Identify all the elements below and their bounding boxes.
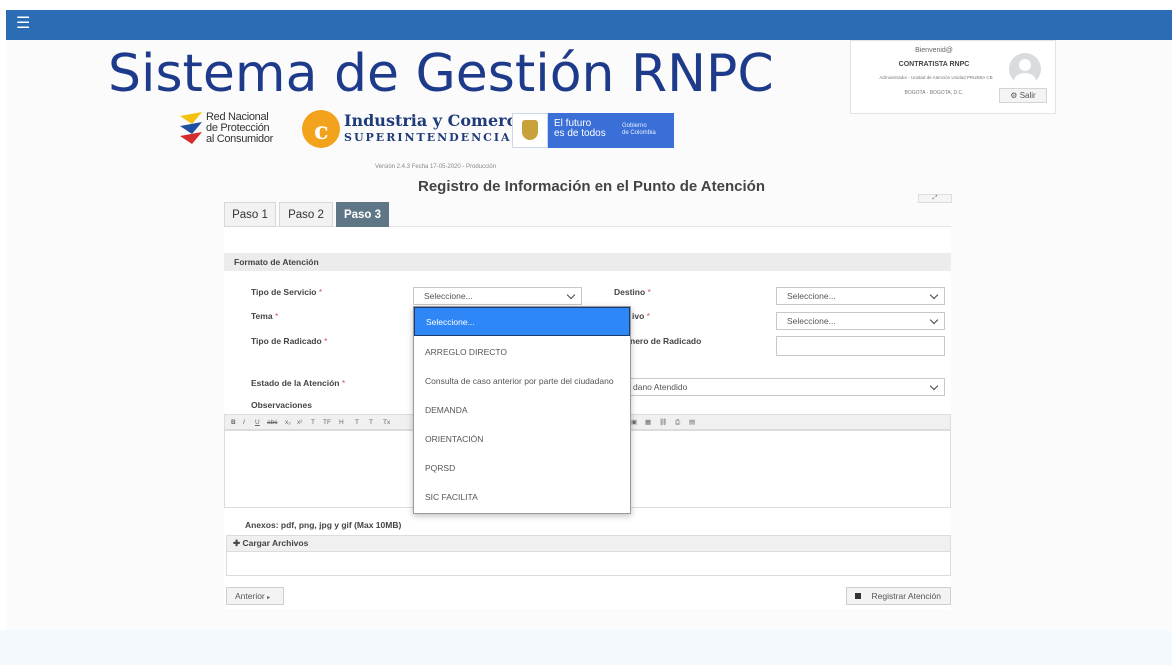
superscript-icon[interactable]: x² [297,418,302,427]
destino-value: Seleccione... [787,291,836,301]
user-role: Administrador - Unidad de Atención Unida… [879,75,993,80]
dropdown-option[interactable]: ORIENTACIÓN [414,425,630,454]
tema-label: Tema * [251,311,279,321]
motivo-select[interactable]: Seleccione... [776,312,945,330]
font-family-icon[interactable]: TF [323,418,331,427]
upload-files-label: Cargar Archivos [242,538,309,548]
tipo-radicado-label: Tipo de Radicado * [251,336,328,346]
bold-icon[interactable]: B [231,418,236,427]
tipo-servicio-value: Seleccione... [424,291,473,301]
dropdown-option[interactable]: PQRSD [414,454,630,483]
previous-button[interactable]: Anterior ▸ [226,587,284,605]
text-color-icon[interactable]: T [355,418,359,427]
register-label: Registrar Atención [871,591,941,601]
chevron-down-icon [929,290,939,300]
estado-atencion-label: Estado de la Atención * [251,378,346,388]
numero-radicado-input[interactable] [776,336,945,356]
tipo-servicio-dropdown: Seleccione... ARREGLO DIRECTO Consulta d… [413,306,631,514]
rnpc-logo: Red Nacional de Protección al Consumidor [178,110,286,150]
user-location: BOGOTA - BOGOTA, D.C. [904,90,964,96]
dropdown-option[interactable]: Consulta de caso anterior por parte del … [414,367,630,396]
chevron-down-icon [566,290,576,300]
gobierno-logo: El futuro es de todos Gobierno de Colomb… [512,113,674,148]
arrow-right-icon: ▸ [267,595,271,601]
upload-area[interactable] [226,552,951,576]
numero-radicado-label: nero de Radicado [630,336,702,346]
expand-icon: ⤢ [932,195,938,201]
gobierno-logo-slogan: El futuro es de todos [554,118,606,139]
system-title: Sistema de Gestión RNPC [108,44,774,104]
heading-icon[interactable]: H [339,418,344,427]
observaciones-label: Observaciones [251,400,312,410]
tab-paso-1[interactable]: Paso 1 [224,202,276,227]
save-icon [855,593,861,599]
dropdown-option[interactable]: DEMANDA [414,396,630,425]
link-icon[interactable]: ⛓ [659,418,667,427]
version-text: Versión 2.4.3 Fecha 17-05-2020 - Producc… [375,164,497,170]
rnpc-logo-text: Red Nacional de Protección al Consumidor [206,111,274,145]
italic-icon[interactable]: I [243,418,245,427]
previous-label: Anterior [235,591,265,601]
bottom-strip [0,630,1172,665]
anexos-label: Anexos: pdf, png, jpg y gif (Max 10MB) [245,520,402,530]
tab-paso-2[interactable]: Paso 2 [279,202,333,227]
motivo-value: Seleccione... [787,316,836,326]
avatar [1009,53,1041,85]
gobierno-logo-name: Gobierno de Colombia [622,123,656,136]
destino-label: Destino * [614,287,651,297]
rnpc-flag-icon [180,112,202,144]
colombia-shield-icon [512,113,548,148]
page-title: Registro de Información en el Punto de A… [418,178,765,195]
gear-icon: ⚙ [1010,91,1018,100]
destino-select[interactable]: Seleccione... [776,287,945,305]
sic-emblem-icon: c [302,110,340,148]
tipo-servicio-select[interactable]: Seleccione... [413,287,582,305]
user-name: CONTRATISTA RNPC [898,61,970,68]
expand-button[interactable]: ⤢ [918,194,952,203]
motivo-label: ivo * [632,311,650,321]
sic-logo-title: Industria y Comercio [344,111,534,130]
top-strip [0,0,1172,10]
plus-icon: ✚ [233,538,241,548]
logout-button[interactable]: ⚙ Salir [999,88,1047,103]
chevron-down-icon [929,381,939,391]
tipo-servicio-label: Tipo de Servicio * [251,287,323,297]
sic-logo-subtitle: SUPERINTENDENCIA [344,131,512,144]
sic-logo: c Industria y Comercio SUPERINTENDENCIA [302,110,533,150]
underline-icon[interactable]: U [255,418,260,427]
strikethrough-icon[interactable]: abc [267,418,277,427]
dropdown-option[interactable]: ARREGLO DIRECTO [414,338,630,367]
print-icon[interactable]: ⎙ [675,418,680,427]
user-welcome-box: Bienvenid@ CONTRATISTA RNPC Administrado… [850,40,1056,114]
logout-label: Salir [1019,91,1036,100]
welcome-greeting: Bienvenid@ [915,47,953,54]
clear-format-icon[interactable]: Tx [383,418,390,427]
tab-paso-3[interactable]: Paso 3 [336,202,389,227]
register-button[interactable]: Registrar Atención [846,587,951,605]
highlight-icon[interactable]: T [369,418,373,427]
table-icon[interactable]: ▦ [645,418,651,427]
image-icon[interactable]: ▣ [631,418,637,427]
chevron-down-icon [929,315,939,325]
top-navbar: ☰ [6,10,1172,40]
font-size-icon[interactable]: T [311,418,315,427]
hamburger-icon[interactable]: ☰ [16,15,34,33]
dropdown-option[interactable]: Seleccione... [414,307,630,336]
dropdown-option[interactable]: SIC FACILITA [414,483,630,512]
subscript-icon[interactable]: x₂ [285,418,291,427]
upload-files-toggle[interactable]: ✚ Cargar Archivos [226,535,951,552]
estado-atencion-value: dano Atendido [633,382,688,392]
section-header-formato: Formato de Atención [224,253,951,271]
pdf-icon[interactable]: ▤ [689,418,695,427]
